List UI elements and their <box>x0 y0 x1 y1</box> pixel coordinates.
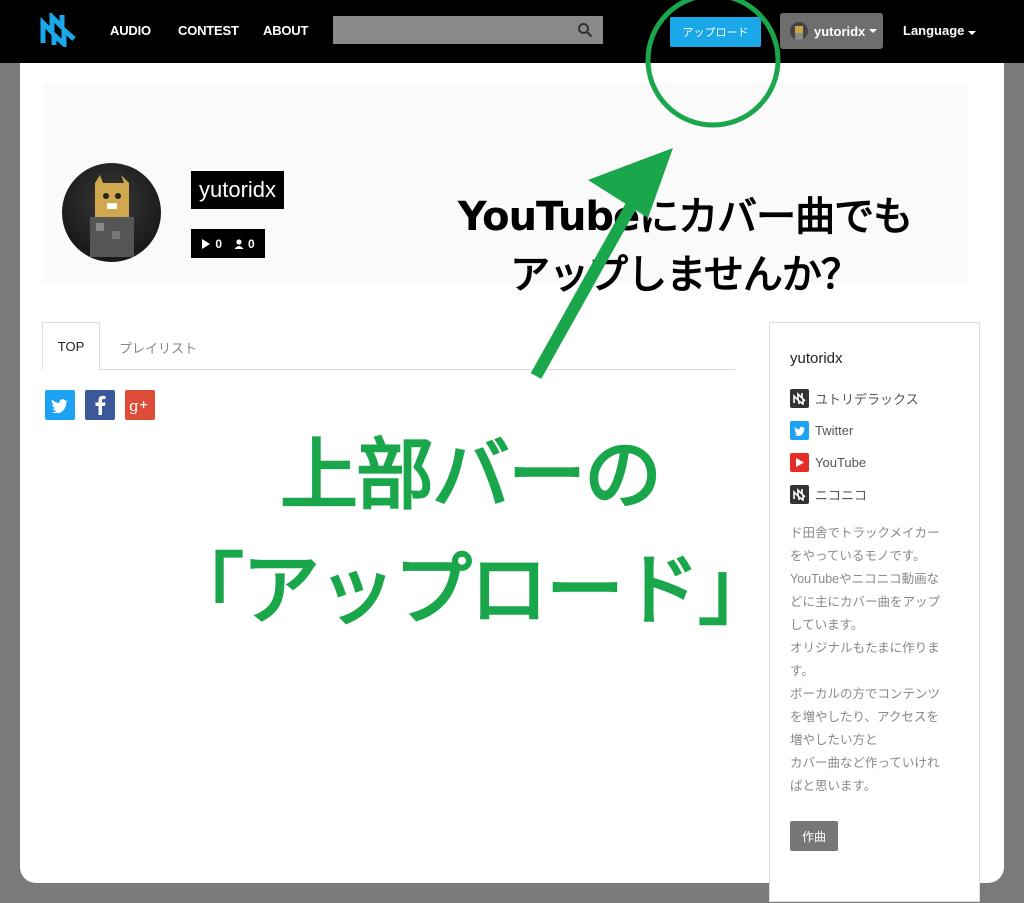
plays-count: 0 <box>215 236 222 251</box>
twitter-icon <box>51 398 68 413</box>
sidebar-link-twitter[interactable]: Twitter <box>790 421 853 440</box>
chevron-down-icon <box>968 31 977 35</box>
facebook-icon <box>95 395 106 415</box>
sidebar-title: yutoridx <box>790 350 843 367</box>
avatar-small <box>790 22 808 40</box>
sidebar-link-yutori[interactable]: ユトリデラックス <box>790 389 919 408</box>
site-logo-icon <box>790 389 809 408</box>
profile-avatar <box>62 163 161 262</box>
sidebar-link-niconico[interactable]: ニコニコ <box>790 485 867 504</box>
profile-name: yutoridx <box>191 171 285 209</box>
niconico-icon <box>790 485 809 504</box>
profile-stats: 0 0 <box>191 229 265 258</box>
tag-badge[interactable]: 作曲 <box>790 821 838 851</box>
upload-button[interactable]: アップロード <box>670 17 761 47</box>
play-icon <box>202 238 211 249</box>
nav-about[interactable]: ABOUT <box>263 23 308 38</box>
language-dropdown[interactable]: Language <box>903 23 977 38</box>
google-plus-icon: g + <box>129 397 148 414</box>
chevron-down-icon <box>869 29 878 33</box>
tabs-divider <box>42 369 735 370</box>
nav-audio[interactable]: AUDIO <box>110 23 151 38</box>
youtube-icon <box>790 453 809 472</box>
share-facebook-button[interactable] <box>85 390 115 420</box>
share-twitter-button[interactable] <box>45 390 75 420</box>
annotation-green-line2: 「アップロード」 <box>165 546 776 636</box>
followers-count: 0 <box>248 236 255 251</box>
annotation-banner-line1: YouTubeにカバー曲でも <box>457 194 913 240</box>
sidebar-link-label: ニコニコ <box>815 488 868 503</box>
profile-sidebar: yutoridx ユトリデラックス Twitter YouTube ニコニコ ド… <box>769 322 980 902</box>
sidebar-link-label: ユトリデラックス <box>815 392 919 407</box>
sidebar-link-label: YouTube <box>815 455 867 470</box>
user-name-label: yutoridx <box>814 23 866 39</box>
sidebar-bio: ド田舎でトラックメイカー をやっているモノです。 YouTubeやニコニコ動画な… <box>790 526 941 793</box>
tab-top[interactable]: TOP <box>42 322 100 370</box>
top-navbar: AUDIO CONTEST ABOUT アップロード yutoridx Lang… <box>0 0 1024 63</box>
annotation-green-line1: 上部バーの <box>279 431 662 521</box>
svg-text:+: + <box>139 398 148 411</box>
user-icon <box>234 238 244 249</box>
twitter-icon <box>790 421 809 440</box>
profile-card: yutoridx 0 0 TOP プレイリスト g + yutoridx ユトリ… <box>20 63 1004 902</box>
svg-text:g: g <box>129 397 139 414</box>
tab-playlist[interactable]: プレイリスト <box>119 338 197 357</box>
user-menu-button[interactable]: yutoridx <box>780 13 883 49</box>
annotation-banner-text: YouTubeにカバー曲でも アップしませんか？ <box>420 188 950 304</box>
search-icon[interactable] <box>577 22 593 38</box>
sidebar-link-label: Twitter <box>815 423 854 438</box>
nav-contest[interactable]: CONTEST <box>178 23 239 38</box>
site-logo-icon[interactable] <box>40 13 78 47</box>
search-input[interactable] <box>333 16 579 42</box>
language-label: Language <box>903 23 965 38</box>
sidebar-link-youtube[interactable]: YouTube <box>790 453 866 472</box>
search-box <box>333 16 603 44</box>
avatar-image <box>90 175 134 257</box>
annotation-banner-line2: アップしませんか？ <box>510 252 861 298</box>
